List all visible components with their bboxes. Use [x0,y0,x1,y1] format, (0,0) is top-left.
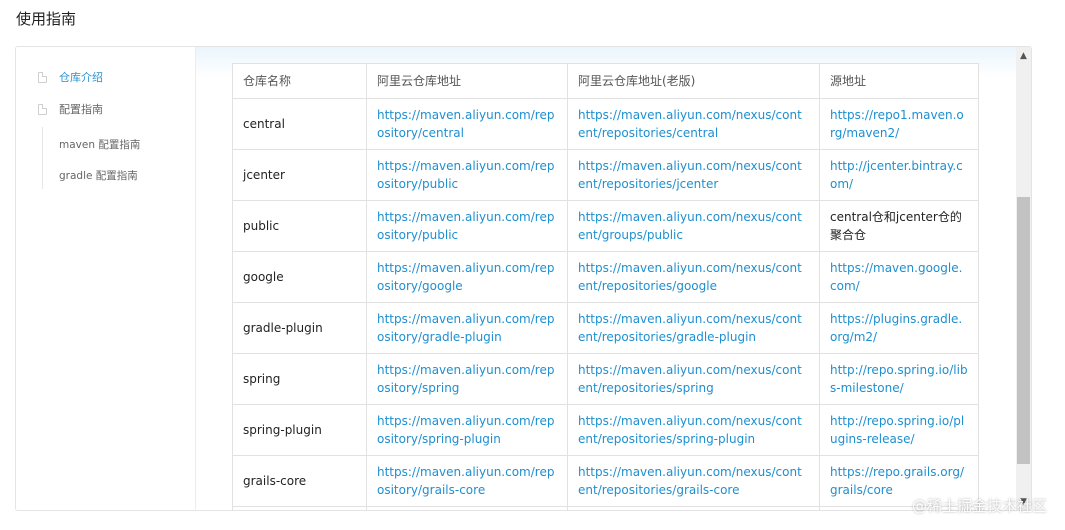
sidebar-item-label: gradle 配置指南 [59,170,138,182]
repository-table: 仓库名称 阿里云仓库地址 阿里云仓库地址(老版) 源地址 central htt… [232,63,979,510]
guide-panel: 仓库介绍 配置指南 maven 配置指南 gradle 配置指南 仓库名称 阿里… [15,46,1032,511]
sidebar-item-label: 仓库介绍 [59,71,103,84]
repo-source-link[interactable]: https://maven.google.com/ [819,251,979,303]
repo-source-link[interactable]: https://repo1.maven.org/maven2/ [819,98,979,150]
repo-name-cell: jcenter [232,149,367,201]
repo-source-link[interactable]: https://plugins.gradle.org/m2/ [819,302,979,354]
repo-url-link[interactable]: https://maven.aliyun.com/repository/grai… [366,455,568,507]
repo-old-url-link[interactable]: https://maven.aliyun.com/nexus/content/r… [567,98,820,150]
repo-name-cell: central [232,98,367,150]
empty-cell [366,506,568,510]
repo-url-link[interactable]: https://maven.aliyun.com/repository/publ… [366,200,568,252]
repo-source-text: central仓和jcenter仓的聚合仓 [819,200,979,252]
repo-url-link[interactable]: https://maven.aliyun.com/repository/goog… [366,251,568,303]
repo-source-link[interactable]: http://jcenter.bintray.com/ [819,149,979,201]
repo-name-cell: public [232,200,367,252]
table-row: public https://maven.aliyun.com/reposito… [232,200,979,252]
repo-url-link[interactable]: https://maven.aliyun.com/repository/publ… [366,149,568,201]
repo-old-url-link[interactable]: https://maven.aliyun.com/nexus/content/g… [567,200,820,252]
watermark: @稀土掘金技术社区 [911,497,1047,515]
repo-name-cell: spring [232,353,367,405]
repo-old-url-link[interactable]: https://maven.aliyun.com/nexus/content/r… [567,455,820,507]
table-header-row: 仓库名称 阿里云仓库地址 阿里云仓库地址(老版) 源地址 [232,63,979,99]
repo-url-link[interactable]: https://maven.aliyun.com/repository/grad… [366,302,568,354]
empty-cell [232,506,367,510]
table-row: google https://maven.aliyun.com/reposito… [232,251,979,303]
repo-old-url-link[interactable]: https://maven.aliyun.com/nexus/content/r… [567,302,820,354]
repo-old-url-link[interactable]: https://maven.aliyun.com/nexus/content/r… [567,404,820,456]
table-row: central https://maven.aliyun.com/reposit… [232,98,979,150]
repo-url-link[interactable]: https://maven.aliyun.com/repository/cent… [366,98,568,150]
scrollbar-thumb[interactable] [1017,197,1030,464]
sidebar-item-gradle-guide[interactable]: gradle 配置指南 [59,168,138,183]
sidebar-item-label: maven 配置指南 [59,139,141,151]
repo-name-cell: gradle-plugin [232,302,367,354]
table-row: spring https://maven.aliyun.com/reposito… [232,353,979,405]
table-row: gradle-plugin https://maven.aliyun.com/r… [232,302,979,354]
repo-old-url-link[interactable]: https://maven.aliyun.com/nexus/content/r… [567,353,820,405]
sidebar: 仓库介绍 配置指南 maven 配置指南 gradle 配置指南 [16,47,196,510]
sidebar-item-repo-intro[interactable]: 仓库介绍 [38,69,103,85]
column-header-repo-name: 仓库名称 [232,63,367,99]
chevron-up-icon[interactable]: ▲ [1016,47,1031,64]
sidebar-item-config-guide[interactable]: 配置指南 [38,101,103,117]
sidebar-item-maven-guide[interactable]: maven 配置指南 [59,137,140,152]
repo-old-url-link[interactable]: https://maven.aliyun.com/nexus/content/r… [567,251,820,303]
table-row: spring-plugin https://maven.aliyun.com/r… [232,404,979,456]
sidebar-item-label: 配置指南 [59,103,103,116]
table-row: jcenter https://maven.aliyun.com/reposit… [232,149,979,201]
column-header-aliyun-old-url: 阿里云仓库地址(老版) [567,63,820,99]
content-area: 仓库名称 阿里云仓库地址 阿里云仓库地址(老版) 源地址 central htt… [196,47,1031,510]
repo-source-link[interactable]: http://repo.spring.io/libs-milestone/ [819,353,979,405]
vertical-scrollbar[interactable]: ▲ ▼ [1016,47,1031,510]
column-header-source-url: 源地址 [819,63,979,99]
table-row: grails-core https://maven.aliyun.com/rep… [232,455,979,507]
document-icon [38,71,47,83]
table-row-partial [232,506,979,510]
repo-url-link[interactable]: https://maven.aliyun.com/repository/spri… [366,404,568,456]
sidebar-sub-divider [42,127,43,189]
repo-url-link[interactable]: https://maven.aliyun.com/repository/spri… [366,353,568,405]
repo-name-cell: google [232,251,367,303]
column-header-aliyun-url: 阿里云仓库地址 [366,63,568,99]
page-title: 使用指南 [16,10,77,28]
empty-cell [567,506,820,510]
repo-name-cell: grails-core [232,455,367,507]
repo-source-link[interactable]: http://repo.spring.io/plugins-release/ [819,404,979,456]
document-icon [38,103,47,115]
repo-old-url-link[interactable]: https://maven.aliyun.com/nexus/content/r… [567,149,820,201]
repo-name-cell: spring-plugin [232,404,367,456]
